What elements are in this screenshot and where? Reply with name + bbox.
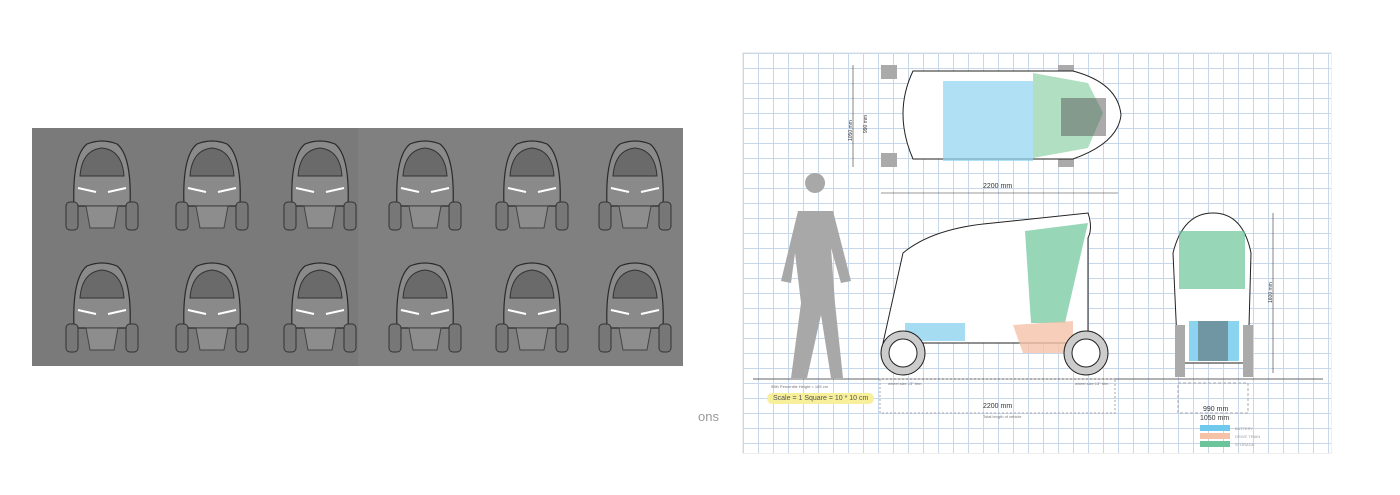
front-outer-width-label: 1050 mm	[1200, 415, 1230, 422]
legend-swatch-battery	[1200, 425, 1230, 431]
car-front-sketch	[283, 140, 357, 231]
legend-swatch-storage	[1200, 441, 1230, 447]
rear-wheel-label: wheel size 13" trim	[1075, 381, 1109, 386]
blueprint-diagram: 1050 mm 990 mm 2200 mm 95th Percentile H…	[742, 52, 1332, 454]
car-front-sketch	[65, 262, 139, 353]
human-height-caption: 95th Percentile Height = 185 cm	[771, 384, 829, 389]
legend-label-battery: BATTERY	[1235, 426, 1254, 431]
human-silhouette	[781, 173, 851, 378]
side-length-caption: Total length of vehicle	[983, 414, 1022, 419]
car-front-sketch	[283, 262, 357, 353]
car-front-sketch	[175, 140, 249, 231]
car-front-sketch	[495, 262, 569, 353]
top-length-label: 2200 mm	[983, 183, 1013, 190]
car-front-sketch	[388, 262, 462, 353]
legend-swatch-drivetrain	[1200, 433, 1230, 439]
car-front-sketch	[65, 140, 139, 231]
car-front-sketch	[388, 140, 462, 231]
front-wheel-label: wheel size 13" trim	[888, 381, 922, 386]
front-inner-width-label: 990 mm	[1203, 406, 1229, 413]
side-length-label: 2200 mm	[983, 403, 1013, 410]
scale-badge: Scale = 1 Square = 10 * 10 cm	[767, 393, 875, 404]
top-view-vehicle	[881, 65, 1122, 167]
sketch-grid	[65, 140, 672, 353]
front-view-vehicle	[1172, 212, 1253, 377]
top-width-outer-label: 1050 mm	[848, 120, 854, 141]
faint-caption: ons	[698, 409, 719, 424]
car-front-sketch	[495, 140, 569, 231]
side-view-vehicle	[880, 212, 1109, 376]
car-front-sketch	[598, 140, 672, 231]
car-front-sketch	[598, 262, 672, 353]
legend-label-drivetrain: DRIVE TRAIN	[1235, 434, 1261, 439]
legend-label-storage: STORAGE	[1235, 442, 1255, 447]
height-label: 1600 mm	[1268, 282, 1274, 303]
front-sketch-panel	[32, 128, 683, 366]
top-width-inner-label: 990 mm	[863, 114, 869, 133]
car-front-sketch	[175, 262, 249, 353]
